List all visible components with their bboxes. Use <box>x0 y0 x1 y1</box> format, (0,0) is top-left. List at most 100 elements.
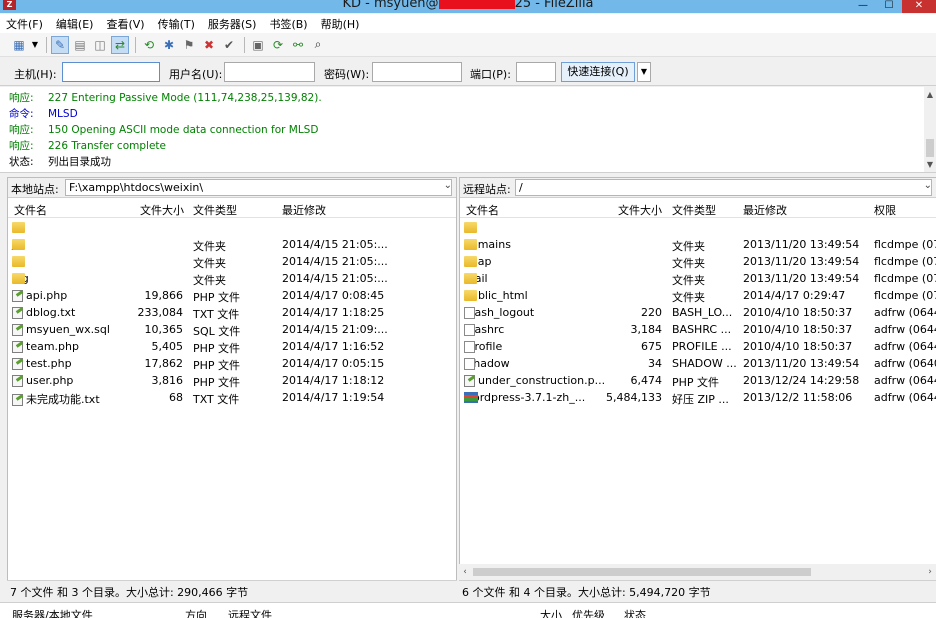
queue-col-direction[interactable]: 方向 <box>185 607 207 618</box>
script-file-icon <box>12 324 23 336</box>
remote-horizontal-scrollbar[interactable]: ‹ › <box>459 564 936 580</box>
toggle-log-icon[interactable]: ✎ <box>51 35 69 54</box>
local-path-dropdown-icon[interactable]: ⌄ <box>444 180 452 191</box>
log-line: 响应: 150 Opening ASCII mode data connectio… <box>9 122 318 137</box>
file-row[interactable]: domains 文件夹 2013/11/20 13:49:54 flcdmpe (07 <box>460 237 936 254</box>
site-manager-icon[interactable]: ▦ <box>10 36 28 54</box>
file-row[interactable]: dblog.txt 233,084 TXT 文件 2014/4/17 1:18:25 <box>8 305 456 322</box>
maximize-button[interactable]: ☐ <box>876 0 902 13</box>
local-col-name[interactable]: 文件名 <box>14 202 47 218</box>
file-row[interactable]: msyuen_wx.sql 10,365 SQL 文件 2014/4/15 21:09… <box>8 322 456 339</box>
remote-col-name[interactable]: 文件名 <box>466 202 499 218</box>
log-label: 响应: <box>9 124 34 136</box>
process-queue-icon[interactable]: ✱ <box>160 36 178 54</box>
disconnect-icon[interactable]: ✖ <box>200 36 218 54</box>
local-status: 7 个文件 和 3 个目录。大小总计: 290,466 字节 <box>7 580 457 599</box>
queue-col-server-local[interactable]: 服务器/本地文件 <box>12 607 93 618</box>
file-row[interactable]: imap 文件夹 2013/11/20 13:49:54 flcdmpe (07 <box>460 254 936 271</box>
remote-col-type[interactable]: 文件类型 <box>672 202 716 218</box>
host-input[interactable] <box>62 62 160 82</box>
file-row[interactable]: 未完成功能.txt 68 TXT 文件 2014/4/17 1:19:54 <box>8 390 456 407</box>
quickconnect-button[interactable]: 快速连接(Q) <box>561 62 635 82</box>
remote-path-dropdown-icon[interactable]: ⌄ <box>924 180 932 191</box>
file-row[interactable]: .. <box>460 220 936 237</box>
file-row[interactable]: team.php 5,405 PHP 文件 2014/4/17 1:16:52 <box>8 339 456 356</box>
log-line: 响应: 227 Entering Passive Mode (111,74,238… <box>9 90 322 105</box>
file-row[interactable]: js 文件夹 2014/4/15 21:05:... <box>8 237 456 254</box>
local-path-input[interactable]: F:\xampp\htdocs\weixin\ <box>65 179 452 196</box>
log-scrollbar[interactable]: ▲ ▼ <box>924 87 936 172</box>
reconnect-icon[interactable]: ✔ <box>220 36 238 54</box>
file-name-cell: .shadow <box>464 357 510 370</box>
remote-col-perms[interactable]: 权限 <box>874 202 896 218</box>
file-size-cell: 675 <box>641 340 662 353</box>
remote-col-size[interactable]: 文件大小 <box>618 202 662 218</box>
scroll-up-icon[interactable]: ▲ <box>924 89 936 101</box>
local-col-modified[interactable]: 最近修改 <box>282 202 326 218</box>
file-row[interactable]: public_html 文件夹 2014/4/17 0:29:47 flcdmpe (… <box>460 288 936 305</box>
file-row[interactable]: .. <box>8 220 456 237</box>
search-icon[interactable]: ⌕ <box>309 36 327 54</box>
file-perms-cell: flcdmpe (07 <box>874 272 936 285</box>
queue-col-remote[interactable]: 远程文件 <box>228 607 272 618</box>
file-size-cell: 3,184 <box>630 323 663 336</box>
file-perms-cell: adfrw (0644 <box>874 374 936 387</box>
quickconnect-dropdown-icon[interactable]: ▼ <box>637 62 651 82</box>
file-row[interactable]: api.php 19,866 PHP 文件 2014/4/17 0:08:45 <box>8 288 456 305</box>
file-row[interactable]: wordpress-3.7.1-zh_... 5,484,133 好压 ZIP ..… <box>460 390 936 407</box>
file-row[interactable]: mail 文件夹 2013/11/20 13:49:54 flcdmpe (07 <box>460 271 936 288</box>
scroll-down-icon[interactable]: ▼ <box>924 159 936 171</box>
minimize-button[interactable]: — <box>850 0 876 13</box>
password-input[interactable] <box>372 62 462 82</box>
menu-transfer[interactable]: 传输(T) <box>158 16 195 32</box>
menu-file[interactable]: 文件(F) <box>6 16 43 32</box>
file-size-cell: 220 <box>641 306 662 319</box>
cancel-operation-icon[interactable]: ⚑ <box>180 36 198 54</box>
filter-icon[interactable]: ▣ <box>249 36 267 54</box>
remote-pane: 远程站点: / ⌄ 文件名 文件大小 文件类型 最近修改 权限 .. domain… <box>459 177 936 599</box>
file-row[interactable]: under_construction.p... 6,474 PHP 文件 2013/1… <box>460 373 936 390</box>
remote-scroll-thumb[interactable] <box>473 568 811 576</box>
menu-server[interactable]: 服务器(S) <box>208 16 257 32</box>
file-modified-cell: 2014/4/17 1:16:52 <box>282 340 385 353</box>
queue-col-size[interactable]: 大小 <box>540 607 562 618</box>
close-button[interactable]: ✕ <box>902 0 936 13</box>
menu-edit[interactable]: 编辑(E) <box>56 16 94 32</box>
scroll-right-icon[interactable]: › <box>924 564 936 580</box>
file-row[interactable]: .bashrc 3,184 BASHRC ... 2010/4/10 18:50:37… <box>460 322 936 339</box>
sync-browse-icon[interactable]: ⟳ <box>269 36 287 54</box>
file-perms-cell: flcdmpe (07 <box>874 255 936 268</box>
toggle-remote-tree-icon[interactable]: ◫ <box>91 36 109 54</box>
menu-view[interactable]: 查看(V) <box>106 16 144 32</box>
file-row[interactable]: log 文件夹 2014/4/15 21:05:... <box>8 271 456 288</box>
remote-path-input[interactable]: / <box>515 179 932 196</box>
file-name-text: test.php <box>26 357 72 370</box>
scroll-left-icon[interactable]: ‹ <box>459 564 471 580</box>
remote-status: 6 个文件 和 4 个目录。大小总计: 5,494,720 字节 <box>459 580 936 599</box>
file-row[interactable]: test.php 17,862 PHP 文件 2014/4/17 0:05:15 <box>8 356 456 373</box>
file-modified-cell: 2013/11/20 13:49:54 <box>743 357 860 370</box>
file-name-text: msyuen_wx.sql <box>26 323 110 336</box>
file-row[interactable]: lib 文件夹 2014/4/15 21:05:... <box>8 254 456 271</box>
queue-col-priority[interactable]: 优先级 <box>572 607 605 618</box>
remote-col-modified[interactable]: 最近修改 <box>743 202 787 218</box>
log-scroll-thumb[interactable] <box>926 139 934 157</box>
file-modified-cell: 2014/4/15 21:05:... <box>282 238 388 251</box>
local-col-size[interactable]: 文件大小 <box>140 202 184 218</box>
toggle-queue-icon[interactable]: ⇄ <box>111 35 129 54</box>
file-row[interactable]: .shadow 34 SHADOW ... 2013/11/20 13:49:54 ad… <box>460 356 936 373</box>
queue-col-state[interactable]: 状态 <box>624 607 646 618</box>
site-manager-dropdown-icon[interactable]: ▼ <box>30 36 40 54</box>
local-col-type[interactable]: 文件类型 <box>193 202 237 218</box>
toggle-local-tree-icon[interactable]: ▤ <box>71 36 89 54</box>
port-input[interactable] <box>516 62 556 82</box>
file-modified-cell: 2013/11/20 13:49:54 <box>743 272 860 285</box>
refresh-icon[interactable]: ⟲ <box>140 36 158 54</box>
username-input[interactable] <box>224 62 315 82</box>
file-row[interactable]: .profile 675 PROFILE ... 2010/4/10 18:50:37… <box>460 339 936 356</box>
menu-help[interactable]: 帮助(H) <box>321 16 360 32</box>
menu-bookmarks[interactable]: 书签(B) <box>269 16 307 32</box>
file-row[interactable]: .bash_logout 220 BASH_LO... 2010/4/10 18:50… <box>460 305 936 322</box>
compare-icon[interactable]: ⚯ <box>289 36 307 54</box>
file-row[interactable]: user.php 3,816 PHP 文件 2014/4/17 1:18:12 <box>8 373 456 390</box>
